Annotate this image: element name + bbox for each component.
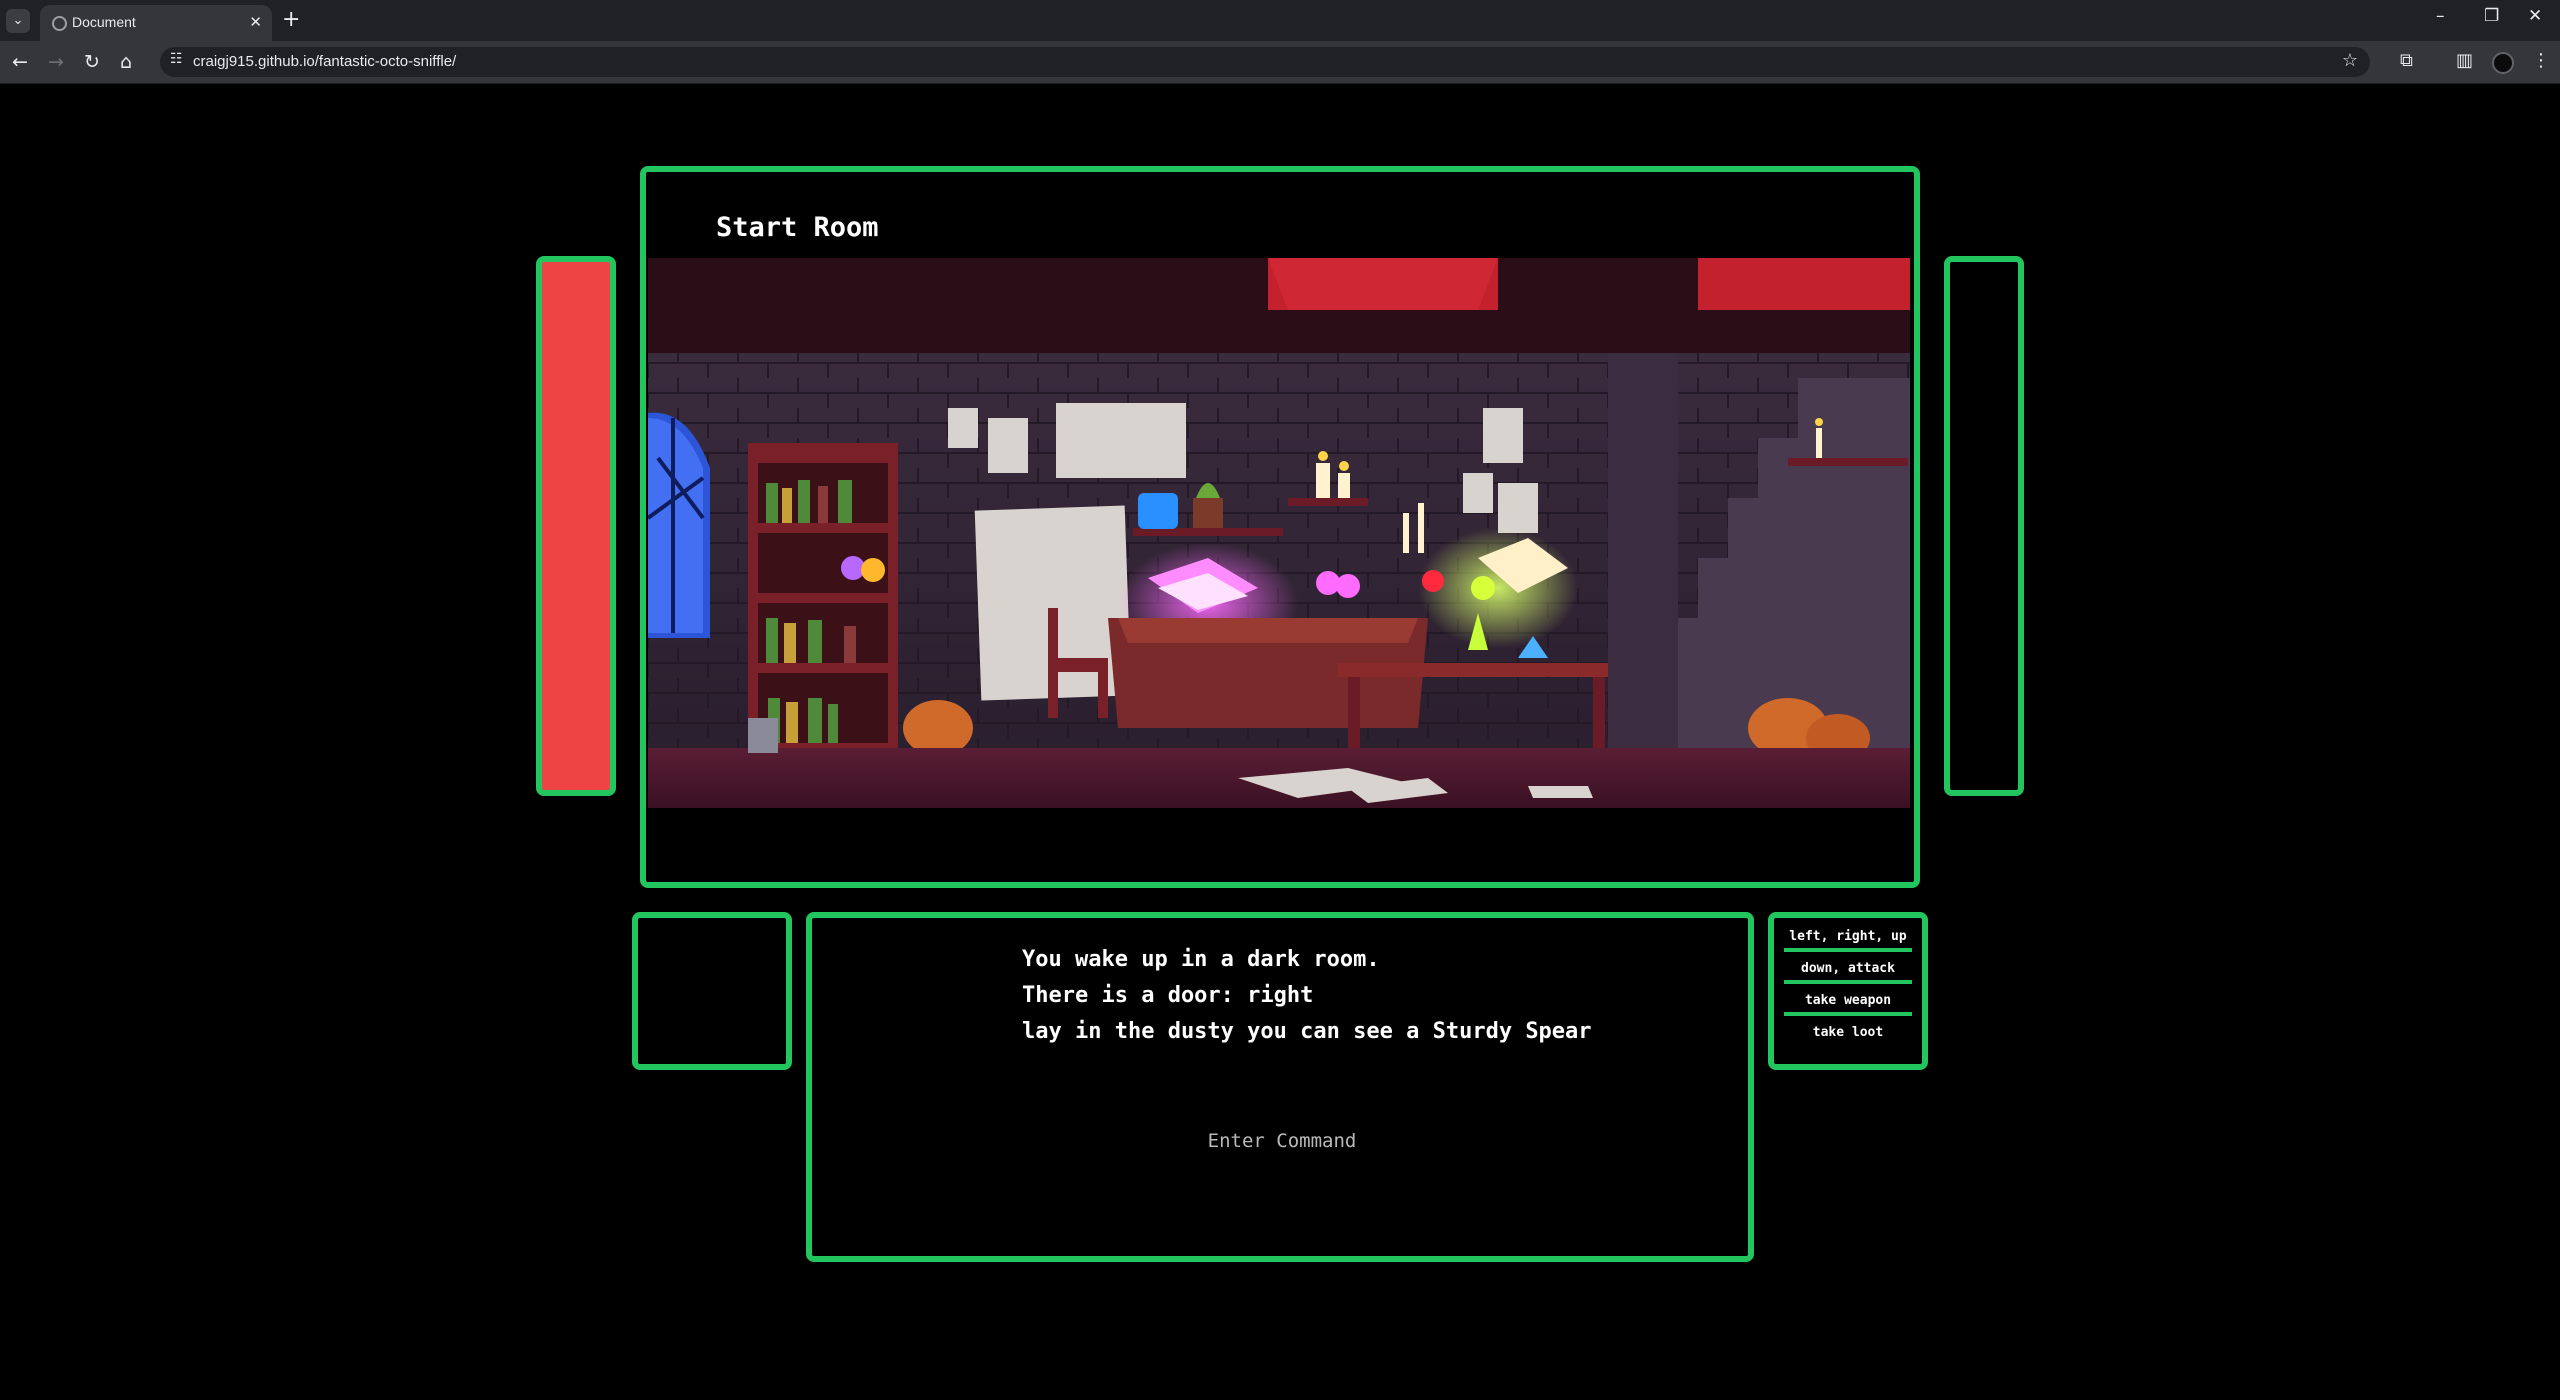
room-panel: Start Room [640, 166, 1920, 888]
menu-icon[interactable]: ⋮ [2532, 50, 2550, 71]
site-info-icon[interactable]: ☷ [170, 51, 183, 67]
browser-toolbar: ← → ↻ ⌂ ☷ craigj915.github.io/fantastic-… [0, 41, 2560, 84]
health-bar [536, 256, 616, 796]
browser-tab-bar: ⌄ Document ✕ + – ❐ ✕ [0, 0, 2560, 41]
room-title: Start Room [716, 212, 879, 243]
tab-title: Document [72, 14, 136, 30]
side-panel-icon[interactable]: ▥ [2456, 50, 2473, 71]
help-item: left, right, up [1784, 924, 1912, 952]
tab-search-chevron-icon[interactable]: ⌄ [6, 9, 30, 33]
command-input[interactable] [1102, 1124, 1462, 1158]
close-window-icon[interactable]: ✕ [2528, 6, 2542, 26]
message-line: There is a door: right [1022, 983, 1314, 1008]
help-item: take loot [1812, 1025, 1884, 1040]
address-bar[interactable]: ☷ craigj915.github.io/fantastic-octo-sni… [160, 47, 2370, 77]
right-side-panel [1944, 256, 2024, 796]
url-text[interactable]: craigj915.github.io/fantastic-octo-sniff… [193, 53, 456, 70]
message-log: You wake up in a dark room. There is a d… [1022, 942, 1592, 1050]
help-item: take weapon [1784, 988, 1912, 1016]
room-scene-image [648, 258, 1910, 808]
profile-avatar[interactable] [2492, 52, 2514, 74]
inventory-panel [632, 912, 792, 1070]
tab-favicon-icon [52, 16, 67, 31]
new-tab-plus-icon[interactable]: + [282, 7, 300, 32]
message-line: You wake up in a dark room. [1022, 947, 1380, 972]
restore-icon[interactable]: ❐ [2484, 6, 2499, 26]
forward-icon[interactable]: → [48, 50, 64, 74]
console-panel: You wake up in a dark room. There is a d… [806, 912, 1754, 1262]
reload-icon[interactable]: ↻ [84, 50, 100, 74]
star-icon[interactable]: ☆ [2342, 50, 2358, 71]
minimize-icon[interactable]: – [2436, 6, 2445, 26]
browser-tab-active[interactable]: Document ✕ [40, 5, 272, 41]
message-line: lay in the dusty you can see a Sturdy Sp… [1022, 1019, 1592, 1044]
help-item: down, attack [1784, 956, 1912, 984]
home-icon[interactable]: ⌂ [120, 50, 132, 74]
tab-close-icon[interactable]: ✕ [249, 13, 262, 31]
commands-help-panel: left, right, up down, attack take weapon… [1768, 912, 1928, 1070]
back-icon[interactable]: ← [12, 50, 28, 74]
extensions-icon[interactable]: ⧉ [2400, 50, 2413, 71]
